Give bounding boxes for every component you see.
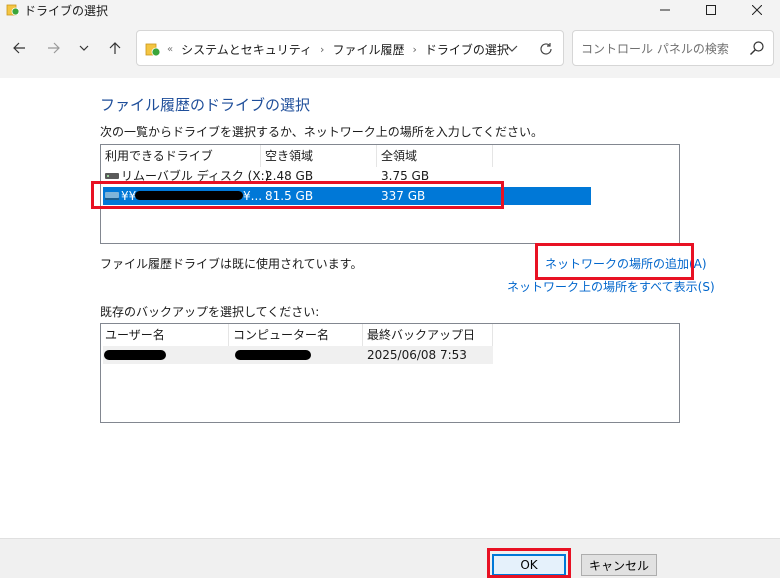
column-header-user[interactable]: ユーザー名 bbox=[101, 324, 229, 346]
refresh-icon bbox=[540, 43, 552, 55]
address-bar[interactable]: « システムとセキュリティ › ファイル履歴 › ドライブの選択 bbox=[136, 30, 564, 66]
ok-button[interactable]: OK bbox=[492, 554, 566, 576]
minimize-button[interactable] bbox=[642, 0, 688, 20]
backup-row[interactable]: 2025/06/08 7:53 bbox=[103, 346, 493, 364]
chevron-down-icon bbox=[79, 45, 89, 51]
close-icon bbox=[752, 5, 762, 15]
back-button[interactable] bbox=[8, 37, 30, 59]
column-header-last-backup[interactable]: 最終バックアップ日 bbox=[363, 324, 493, 346]
backup-list-label: 既存のバックアップを選択してください: bbox=[100, 305, 320, 319]
drive-path-prefix: ¥¥ bbox=[121, 189, 137, 203]
column-header-free-space[interactable]: 空き領域 bbox=[261, 145, 377, 167]
up-button[interactable] bbox=[104, 37, 126, 59]
backup-list[interactable]: ユーザー名 コンピューター名 最終バックアップ日 2025/06/08 7:53 bbox=[100, 323, 680, 423]
chevron-down-icon bbox=[506, 45, 518, 52]
drive-name: リムーバブル ディスク (X:) bbox=[121, 169, 270, 183]
removable-drive-icon bbox=[105, 173, 119, 179]
breadcrumb-system-security[interactable]: システムとセキュリティ bbox=[181, 41, 312, 58]
breadcrumb-separator[interactable]: › bbox=[320, 43, 324, 56]
drive-total-space: 3.75 GB bbox=[381, 169, 430, 183]
breadcrumb-separator[interactable]: › bbox=[412, 43, 416, 56]
status-text: ファイル履歴ドライブは既に使用されています。 bbox=[100, 257, 363, 271]
maximize-button[interactable] bbox=[688, 0, 734, 20]
arrow-up-icon bbox=[109, 42, 121, 54]
search-icon[interactable] bbox=[749, 40, 765, 56]
breadcrumb-file-history[interactable]: ファイル履歴 bbox=[332, 41, 404, 58]
arrow-left-icon bbox=[13, 42, 25, 54]
column-header-total-space[interactable]: 全領域 bbox=[377, 145, 493, 167]
drive-free-space: 81.5 GB bbox=[265, 189, 314, 203]
file-history-icon bbox=[6, 4, 20, 16]
drive-row-selected[interactable]: ¥¥ ¥... 81.5 GB 337 GB bbox=[101, 187, 679, 205]
add-network-location-link[interactable]: ネットワークの場所の追加(A) bbox=[545, 255, 707, 272]
drive-free-space: 2.48 GB bbox=[265, 169, 314, 183]
file-history-icon bbox=[145, 43, 161, 57]
minimize-icon bbox=[660, 9, 670, 11]
window-title: ドライブの選択 bbox=[24, 4, 109, 18]
instruction-text: 次の一覧からドライブを選択するか、ネットワーク上の場所を入力してください。 bbox=[100, 125, 544, 139]
maximize-icon bbox=[706, 5, 716, 15]
drive-path-suffix: ¥... bbox=[243, 189, 263, 203]
cancel-button[interactable]: キャンセル bbox=[581, 554, 657, 576]
refresh-button[interactable] bbox=[535, 39, 557, 59]
recent-locations-button[interactable] bbox=[73, 37, 95, 59]
arrow-right-icon bbox=[48, 42, 60, 54]
search-input[interactable] bbox=[581, 40, 741, 58]
breadcrumb: « システムとセキュリティ › ファイル履歴 › ドライブの選択 bbox=[167, 41, 509, 58]
redaction-mark bbox=[135, 191, 243, 200]
drive-list[interactable]: 利用できるドライブ 空き領域 全領域 リムーバブル ディスク (X:) 2.48… bbox=[100, 144, 680, 244]
dialog-footer: OK キャンセル bbox=[0, 538, 780, 578]
address-dropdown-button[interactable] bbox=[501, 40, 523, 58]
title-bar: ドライブの選択 bbox=[0, 0, 780, 20]
redaction-mark bbox=[104, 350, 166, 360]
column-header-drive[interactable]: 利用できるドライブ bbox=[101, 145, 261, 167]
backup-list-header: ユーザー名 コンピューター名 最終バックアップ日 bbox=[101, 324, 679, 346]
backup-last-date: 2025/06/08 7:53 bbox=[367, 348, 467, 362]
network-drive-icon bbox=[105, 192, 119, 200]
breadcrumb-overflow[interactable]: « bbox=[167, 44, 173, 55]
column-header-computer[interactable]: コンピューター名 bbox=[229, 324, 363, 346]
redaction-mark bbox=[235, 350, 311, 360]
navigation-bar: « システムとセキュリティ › ファイル履歴 › ドライブの選択 bbox=[0, 20, 780, 78]
drive-total-space: 337 GB bbox=[381, 189, 426, 203]
close-button[interactable] bbox=[734, 0, 780, 20]
page-title: ファイル履歴のドライブの選択 bbox=[100, 96, 311, 114]
breadcrumb-select-drive[interactable]: ドライブの選択 bbox=[425, 41, 509, 58]
forward-button[interactable] bbox=[43, 37, 65, 59]
search-box[interactable] bbox=[572, 30, 774, 66]
drive-list-header: 利用できるドライブ 空き領域 全領域 bbox=[101, 145, 679, 167]
drive-row[interactable]: リムーバブル ディスク (X:) 2.48 GB 3.75 GB bbox=[101, 167, 679, 185]
show-all-network-locations-link[interactable]: ネットワーク上の場所をすべて表示(S) bbox=[507, 278, 715, 295]
